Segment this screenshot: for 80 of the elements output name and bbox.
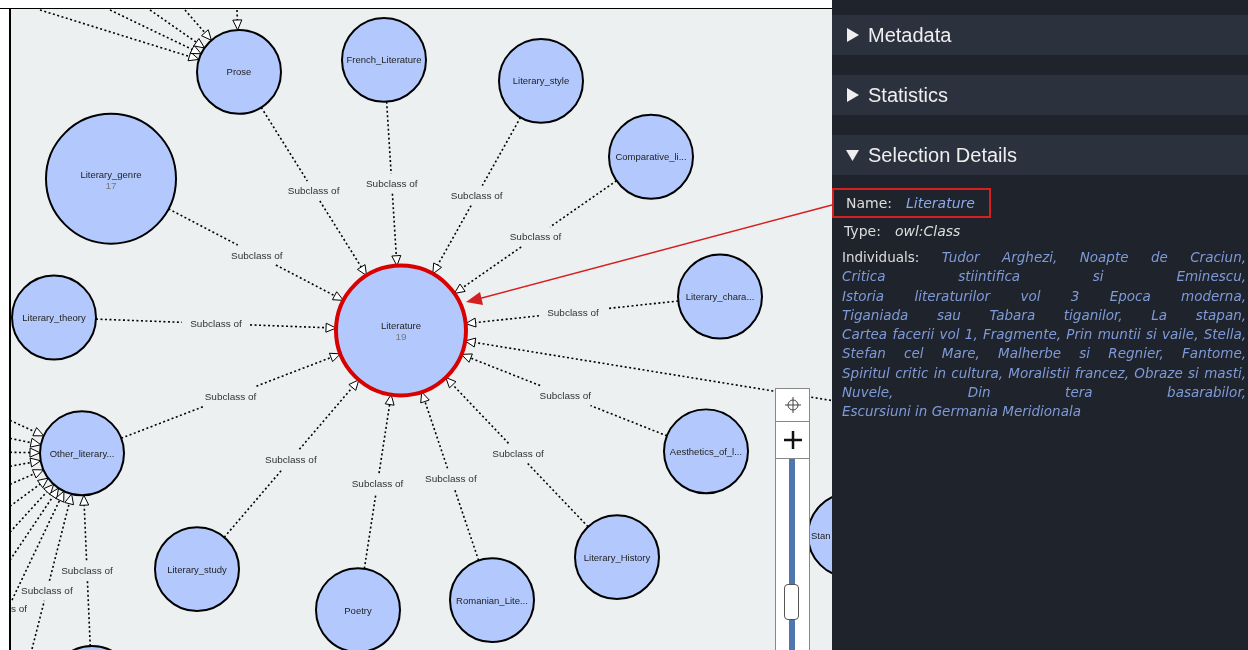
class-node[interactable] (608, 113, 694, 200)
edge-label: Subclass of (21, 585, 73, 597)
edge-label: Subclass of (351, 477, 404, 489)
class-node[interactable] (663, 408, 749, 495)
node-label: Aesthetics_of_l... (669, 445, 743, 457)
edge-label: Subclass of (450, 190, 503, 202)
class-node[interactable] (574, 514, 660, 601)
class-node[interactable] (449, 557, 535, 643)
individual-link[interactable]: La stapan, (1151, 306, 1246, 323)
individual-link[interactable]: Noapte de Craciun, (1079, 249, 1246, 265)
edge-label: Subclass of (190, 318, 242, 330)
class-node[interactable] (154, 526, 240, 613)
triangle-icon (846, 28, 860, 42)
individual-link[interactable]: Nuvele, (842, 384, 894, 401)
individual-link[interactable]: Moralistii francez, (1008, 364, 1129, 381)
individual-link[interactable]: Malherbe si Regnier, (998, 345, 1164, 362)
class-node[interactable] (334, 263, 468, 398)
node-label: Stan (811, 529, 831, 541)
individual-link[interactable]: Tiganiada sau Tabara tiganilor, (842, 306, 1123, 323)
plus-icon (782, 430, 803, 450)
class-node[interactable] (315, 567, 401, 650)
edge-label: Subclass of (509, 231, 562, 243)
node-label: Literary_genre (80, 168, 142, 180)
field-label: Name: (846, 195, 893, 211)
individual-link[interactable]: Istoria literaturilor vol 3 Epoca moderna, (842, 287, 1246, 304)
edge-label: Subclass of (61, 564, 113, 576)
triangle-icon (846, 148, 860, 162)
individual-link[interactable]: Critica stiintifica si Eminescu, (842, 268, 1246, 285)
individual-link[interactable]: Stella, (1203, 326, 1246, 343)
section-header[interactable]: Metadata (832, 15, 1248, 55)
node-label: Literary_chara... (685, 291, 755, 303)
node-label: Literary_study (167, 563, 227, 575)
class-node[interactable] (11, 274, 97, 361)
slider-thumb[interactable] (784, 584, 799, 621)
class-node[interactable] (498, 37, 584, 124)
node-label: Literary_theory (22, 312, 86, 323)
triangle-icon (846, 88, 860, 102)
name-value: Literature (906, 195, 975, 211)
node-label: Literature (380, 320, 422, 332)
individual-link[interactable]: Stefan cel Mare, (842, 345, 980, 362)
class-node[interactable] (39, 410, 125, 497)
crosshair-icon (784, 396, 801, 414)
node-label: Other_literary... (49, 447, 115, 459)
class-node[interactable] (196, 28, 282, 115)
node-label: Romanian_Lite... (456, 594, 528, 606)
field-label: Individuals: (842, 249, 920, 265)
edge-label: Subclass of (547, 306, 599, 318)
edge-label: s of (11, 603, 28, 615)
node-label: French_Literature (346, 54, 422, 66)
individual-link[interactable]: Tudor Arghezi, (941, 249, 1058, 265)
node-label: Poetry (344, 604, 372, 616)
edge-label: Subclass of (204, 390, 257, 402)
individual-link[interactable]: Din tera basarabilor, (967, 384, 1246, 401)
class-node[interactable] (677, 253, 763, 340)
edge-label: Subclass of (365, 178, 418, 190)
section-header[interactable]: Statistics (832, 75, 1248, 115)
individual-link[interactable]: Cartea facerii vol 1, (842, 326, 978, 343)
edge-label: Subclass of (539, 390, 592, 402)
individual-link[interactable]: Fantome, (1182, 345, 1246, 362)
node-label: Literary_style (512, 75, 570, 87)
node-label: Comparative_li... (615, 151, 687, 163)
type-value: owl:Class (894, 223, 961, 239)
class-node[interactable] (341, 17, 427, 103)
edge-label: Subclass of (265, 453, 317, 465)
node-label: Prose (226, 66, 252, 78)
node-label: Literary_History (583, 551, 651, 563)
field-label: Type: (844, 223, 881, 239)
individual-link[interactable]: Fragmente, (983, 326, 1062, 343)
edge-label: Subclass of (425, 472, 477, 484)
individual-link[interactable]: Escursiuni in Germania Meridionala (842, 403, 1081, 420)
individual-link[interactable]: Spiritul critic in cultura, (842, 364, 1003, 381)
edge-label: Subclass of (492, 447, 544, 459)
individual-link[interactable]: Obraze si masti, (1134, 364, 1246, 381)
individual-link[interactable]: Prin muntii si vaile, (1066, 326, 1199, 343)
class-node[interactable] (45, 112, 177, 245)
node-count: 17 (105, 179, 117, 191)
section-header[interactable]: Selection Details (832, 135, 1248, 175)
edge-label: Subclass of (231, 249, 283, 261)
edge-label: Subclass of (287, 185, 340, 197)
node-count: 19 (395, 331, 407, 343)
